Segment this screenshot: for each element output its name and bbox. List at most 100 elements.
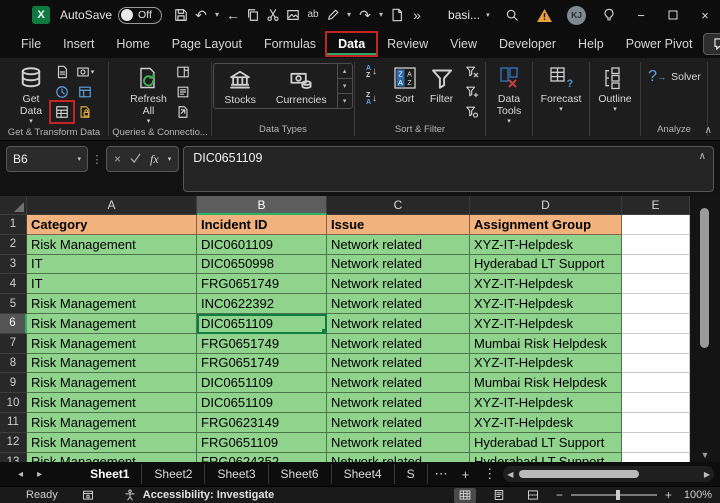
refresh-all-button[interactable]: Refresh All ▾ [127,62,170,127]
column-header-A[interactable]: A [27,196,197,215]
cell-A6[interactable]: Risk Management [27,314,197,334]
solver-button[interactable]: ?→ Solver [647,62,701,86]
cell-E5[interactable] [622,294,690,314]
collapse-ribbon-icon[interactable]: ∧ [705,125,712,136]
undo-icon[interactable]: ↶ [192,6,210,24]
cell-B5[interactable]: INC0622392 [197,294,327,314]
cell-B3[interactable]: DIC0650998 [197,255,327,275]
column-header-E[interactable]: E [622,196,690,215]
cell-B9[interactable]: DIC0651109 [197,373,327,393]
normal-view-icon[interactable] [454,488,476,503]
zoom-level[interactable]: 100% [684,489,712,501]
sheet-options-icon[interactable]: ⋮ [476,466,503,482]
cell-C10[interactable]: Network related [327,393,470,413]
cell-D12[interactable]: Hyderabad LT Support [470,433,622,453]
confirm-entry-icon[interactable] [130,152,141,166]
scroll-right-icon[interactable]: ▶ [704,470,710,479]
autosave-toggle[interactable]: AutoSave Off [60,7,162,24]
existing-connections-icon[interactable] [75,83,95,101]
cell-C12[interactable]: Network related [327,433,470,453]
cell-D5[interactable]: XYZ-IT-Helpdesk [470,294,622,314]
sheet-tab-s[interactable]: S [395,464,428,484]
cell-D8[interactable]: XYZ-IT-Helpdesk [470,354,622,374]
cell-D10[interactable]: XYZ-IT-Helpdesk [470,393,622,413]
sort-ascending-button[interactable]: AZ↓ [359,63,385,80]
cell-C5[interactable]: Network related [327,294,470,314]
cell-A12[interactable]: Risk Management [27,433,197,453]
vertical-scroll-track[interactable] [699,200,711,444]
document-title[interactable]: basi... ▾ [448,8,490,22]
advanced-filter-icon[interactable] [462,103,482,121]
cell-C6[interactable]: Network related [327,314,470,334]
back-arrow-icon[interactable]: ← [224,6,242,24]
page-break-view-icon[interactable] [522,488,544,503]
save-icon[interactable] [172,6,190,24]
ribbon-tab-view[interactable]: View [439,33,488,55]
cell-C13[interactable]: Network related [327,453,470,462]
ribbon-tab-review[interactable]: Review [376,33,439,55]
cell-E11[interactable] [622,413,690,433]
cell-B2[interactable]: DIC0601109 [197,235,327,255]
from-table-range-icon[interactable] [52,103,72,121]
overflow-icon[interactable]: » [408,6,426,24]
copy-icon[interactable] [244,6,262,24]
cell-B10[interactable]: DIC0651109 [197,393,327,413]
gallery-expand-icon[interactable]: ▾ [338,93,352,108]
cell-B12[interactable]: FRG0651109 [197,433,327,453]
select-all-button[interactable] [0,196,27,215]
ribbon-tab-insert[interactable]: Insert [52,33,105,55]
cell-E9[interactable] [622,373,690,393]
cell-C1[interactable]: Issue [327,215,470,235]
queries-connections-icon[interactable] [173,63,193,81]
ribbon-tab-developer[interactable]: Developer [488,33,567,55]
ribbon-tab-help[interactable]: Help [567,33,615,55]
new-sheet-button[interactable]: + [455,467,477,482]
cell-B7[interactable]: FRG0651749 [197,334,327,354]
zoom-slider[interactable] [571,494,657,496]
cell-D13[interactable]: Hyderabad LT Support [470,453,622,462]
autosave-switch[interactable]: Off [118,7,162,24]
sort-descending-button[interactable]: ZA↓ [359,90,385,107]
comments-button[interactable]: Comments [703,33,720,55]
scroll-down-icon[interactable]: ▼ [701,448,710,462]
zoom-in-button[interactable]: + [665,488,672,502]
row-header-13[interactable]: 13 [0,453,27,462]
sheet-tab-sheet1[interactable]: Sheet1 [78,464,142,484]
column-header-C[interactable]: C [327,196,470,215]
avatar[interactable]: KJ [567,6,586,25]
insert-function-icon[interactable]: fx [150,152,159,167]
cell-B1[interactable]: Incident ID [197,215,327,235]
gallery-down-icon[interactable]: ▾ [338,78,352,93]
sheet-tab-sheet4[interactable]: Sheet4 [332,464,395,484]
cell-B11[interactable]: FRG0623149 [197,413,327,433]
row-header-8[interactable]: 8 [0,354,27,374]
row-header-11[interactable]: 11 [0,413,27,433]
cell-A5[interactable]: Risk Management [27,294,197,314]
recent-file-icon[interactable] [75,103,95,121]
cell-E7[interactable] [622,334,690,354]
row-header-3[interactable]: 3 [0,255,27,275]
find-replace-icon[interactable]: ab [304,6,322,24]
cell-B6[interactable]: DIC0651109 [197,314,327,334]
paste-picture-icon[interactable] [284,6,302,24]
cell-C2[interactable]: Network related [327,235,470,255]
cell-A4[interactable]: IT [27,274,197,294]
horizontal-scroll-track[interactable] [517,470,699,478]
vertical-scrollbar[interactable]: ▼ [690,196,720,462]
cell-E1[interactable] [622,215,690,235]
cell-A3[interactable]: IT [27,255,197,275]
row-header-9[interactable]: 9 [0,373,27,393]
ribbon-tab-page-layout[interactable]: Page Layout [161,33,253,55]
get-data-button[interactable]: Get Data ▾ [13,62,49,127]
horizontal-scroll-thumb[interactable] [519,470,639,478]
zoom-slider-thumb[interactable] [616,490,620,500]
cell-E3[interactable] [622,255,690,275]
ribbon-tab-power-pivot[interactable]: Power Pivot [615,33,704,55]
close-button[interactable]: × [696,6,714,24]
column-header-D[interactable]: D [470,196,622,215]
cancel-entry-icon[interactable]: × [114,152,121,166]
page-layout-view-icon[interactable] [488,488,510,503]
recent-sources-icon[interactable] [52,83,72,101]
outline-button[interactable]: Outline ▾ [595,62,634,115]
cell-B8[interactable]: FRG0651749 [197,354,327,374]
